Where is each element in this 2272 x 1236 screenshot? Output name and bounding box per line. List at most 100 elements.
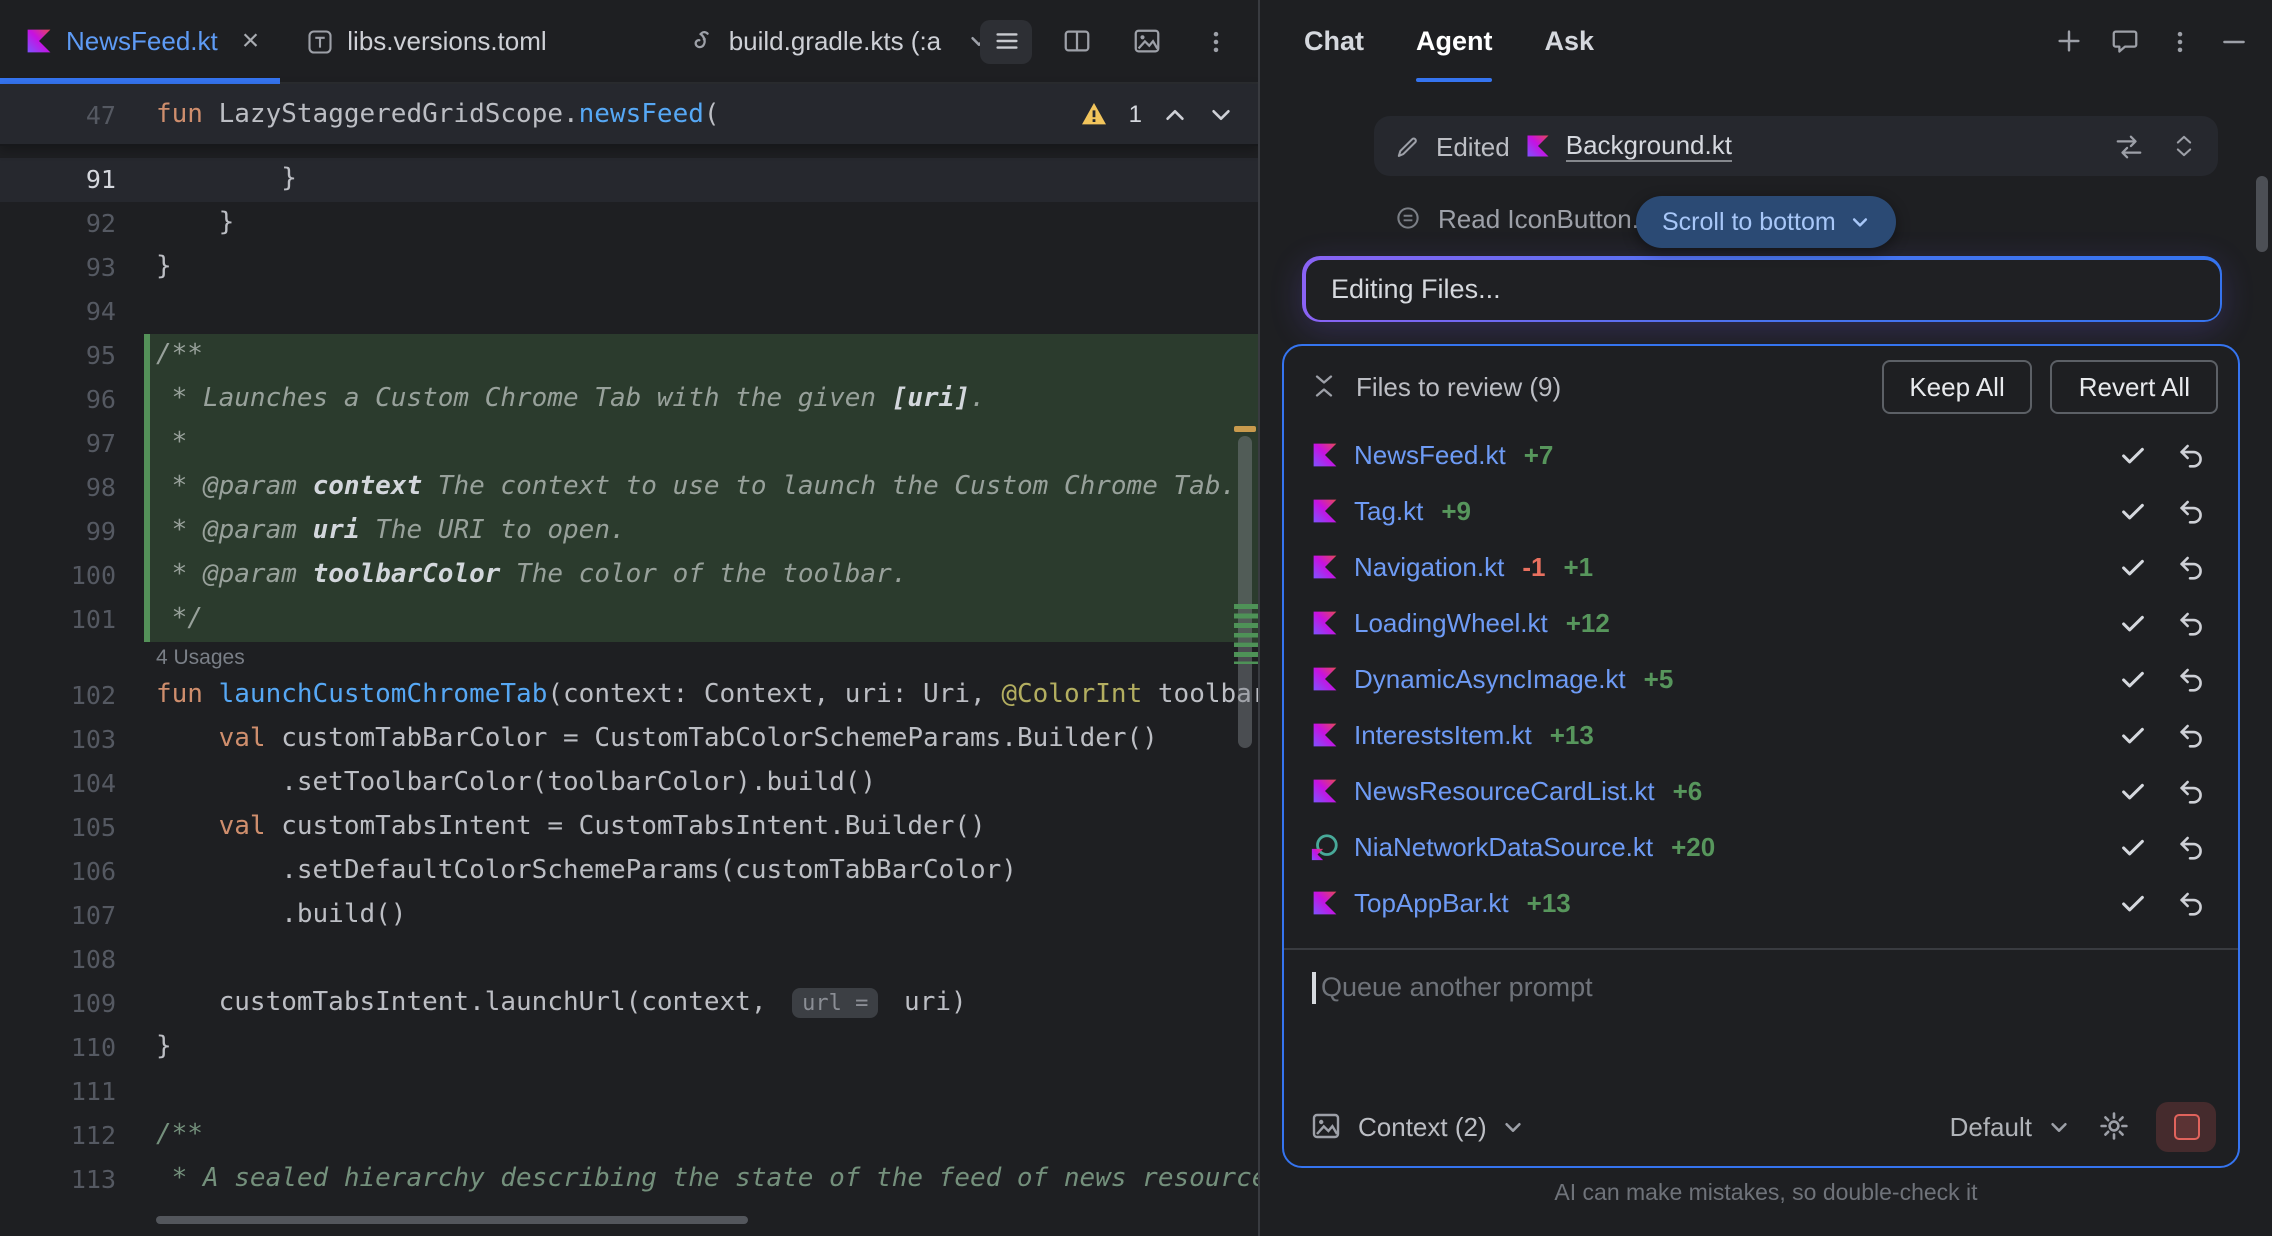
accept-file-icon[interactable]: [2110, 495, 2154, 525]
expand-icon[interactable]: [2170, 132, 2198, 160]
code-line[interactable]: 111: [0, 1070, 1258, 1114]
code-line[interactable]: 102fun launchCustomChromeTab(context: Co…: [0, 674, 1258, 718]
file-link[interactable]: LoadingWheel.kt: [1354, 607, 1548, 637]
diff-icon[interactable]: [2114, 131, 2144, 161]
collapse-icon[interactable]: [1310, 372, 1338, 400]
code-line[interactable]: 96 * Launches a Custom Chrome Tab with t…: [0, 378, 1258, 422]
line-number: 104: [0, 762, 144, 806]
new-chat-icon[interactable]: [2054, 26, 2084, 56]
code-line[interactable]: 94: [0, 290, 1258, 334]
code-line[interactable]: 105 val customTabsIntent = CustomTabsInt…: [0, 806, 1258, 850]
tab-build-gradle[interactable]: build.gradle.kts (:a: [659, 0, 1009, 82]
next-problem-icon[interactable]: [1208, 101, 1234, 127]
file-link[interactable]: NiaNetworkDataSource.kt: [1354, 831, 1653, 861]
revert-file-icon[interactable]: [2168, 551, 2212, 581]
prev-problem-icon[interactable]: [1162, 101, 1188, 127]
file-row[interactable]: LoadingWheel.kt+12: [1284, 594, 2238, 650]
accept-file-icon[interactable]: [2110, 719, 2154, 749]
code-line[interactable]: 104 .setToolbarColor(toolbarColor).build…: [0, 762, 1258, 806]
file-row[interactable]: Tag.kt+9: [1284, 482, 2238, 538]
model-selector[interactable]: Default: [1950, 1111, 2032, 1141]
conversations-icon[interactable]: [2110, 26, 2140, 56]
accept-file-icon[interactable]: [2110, 551, 2154, 581]
file-link[interactable]: TopAppBar.kt: [1354, 887, 1509, 917]
revert-file-icon[interactable]: [2168, 775, 2212, 805]
file-link[interactable]: Navigation.kt: [1354, 551, 1504, 581]
keep-all-button[interactable]: Keep All: [1881, 359, 2032, 413]
accept-file-icon[interactable]: [2110, 887, 2154, 917]
file-link[interactable]: NewsResourceCardList.kt: [1354, 775, 1655, 805]
accept-file-icon[interactable]: [2110, 775, 2154, 805]
revert-file-icon[interactable]: [2168, 663, 2212, 693]
code-line[interactable]: 107 .build(): [0, 894, 1258, 938]
file-row[interactable]: Navigation.kt-1+1: [1284, 538, 2238, 594]
tab-libs-versions[interactable]: libs.versions.toml: [279, 0, 566, 82]
file-row[interactable]: NewsFeed.kt+7: [1284, 426, 2238, 482]
code-lines[interactable]: 91 }92 }93}9495/**96 * Launches a Custom…: [0, 146, 1258, 1202]
code-line[interactable]: 98 * @param context The context to use t…: [0, 466, 1258, 510]
code-line[interactable]: 100 * @param toolbarColor The color of t…: [0, 554, 1258, 598]
split-editor-icon[interactable]: [1050, 19, 1102, 63]
code-line[interactable]: 108: [0, 938, 1258, 982]
chevron-down-icon[interactable]: [1503, 1115, 1525, 1137]
code-line[interactable]: 106 .setDefaultColorSchemeParams(customT…: [0, 850, 1258, 894]
more-options-icon[interactable]: [2166, 27, 2194, 55]
context-button[interactable]: Context (2): [1358, 1111, 1487, 1141]
code-line[interactable]: 110}: [0, 1026, 1258, 1070]
code-line[interactable]: 92 }: [0, 202, 1258, 246]
file-link[interactable]: NewsFeed.kt: [1354, 439, 1506, 469]
code-line[interactable]: 97 *: [0, 422, 1258, 466]
file-link[interactable]: DynamicAsyncImage.kt: [1354, 663, 1626, 693]
chat-scrollbar[interactable]: [2256, 176, 2268, 252]
accept-file-icon[interactable]: [2110, 831, 2154, 861]
more-options-icon[interactable]: [1190, 19, 1242, 63]
accept-file-icon[interactable]: [2110, 439, 2154, 469]
file-row[interactable]: NiaNetworkDataSource.kt+20: [1284, 818, 2238, 874]
revert-file-icon[interactable]: [2168, 887, 2212, 917]
code-line[interactable]: 95/**: [0, 334, 1258, 378]
code-line[interactable]: 101 */: [0, 598, 1258, 642]
tab-newsfeed[interactable]: NewsFeed.kt ×: [0, 0, 279, 82]
file-row[interactable]: NewsResourceCardList.kt+6: [1284, 762, 2238, 818]
tab-ask[interactable]: Ask: [1545, 0, 1595, 82]
code-line[interactable]: 113 * A sealed hierarchy describing the …: [0, 1158, 1258, 1202]
prompt-input[interactable]: Queue another prompt: [1284, 950, 2238, 1086]
file-row[interactable]: InterestsItem.kt+13: [1284, 706, 2238, 762]
code-line[interactable]: 99 * @param uri The URI to open.: [0, 510, 1258, 554]
file-row[interactable]: TopAppBar.kt+13: [1284, 874, 2238, 930]
editor-vertical-scrollbar[interactable]: [1238, 436, 1252, 748]
revert-all-button[interactable]: Revert All: [2051, 359, 2218, 413]
tab-chat[interactable]: Chat: [1304, 0, 1364, 82]
file-row[interactable]: DynamicAsyncImage.kt+5: [1284, 650, 2238, 706]
stop-button[interactable]: [2156, 1101, 2216, 1151]
accept-file-icon[interactable]: [2110, 607, 2154, 637]
close-tab-icon[interactable]: ×: [242, 26, 260, 56]
usages-hint[interactable]: 4 Usages: [0, 642, 1258, 674]
revert-file-icon[interactable]: [2168, 607, 2212, 637]
attach-image-icon[interactable]: [1310, 1110, 1342, 1142]
code-line[interactable]: 109 customTabsIntent.launchUrl(context, …: [0, 982, 1258, 1026]
chevron-down-icon[interactable]: [2048, 1115, 2070, 1137]
revert-file-icon[interactable]: [2168, 495, 2212, 525]
accept-file-icon[interactable]: [2110, 663, 2154, 693]
code-line[interactable]: 103 val customTabBarColor = CustomTabCol…: [0, 718, 1258, 762]
file-link[interactable]: Tag.kt: [1354, 495, 1423, 525]
scroll-to-bottom-button[interactable]: Scroll to bottom: [1636, 196, 1896, 248]
edited-file-link[interactable]: Background.kt: [1566, 130, 1732, 162]
code-line[interactable]: 112/**: [0, 1114, 1258, 1158]
read-file-row[interactable]: Read IconButton.: [1394, 194, 1639, 242]
tab-agent[interactable]: Agent: [1416, 0, 1493, 82]
hide-panel-icon[interactable]: [2220, 27, 2248, 55]
editor-horizontal-scrollbar[interactable]: [156, 1216, 748, 1224]
view-list-icon[interactable]: [980, 19, 1032, 63]
file-link[interactable]: InterestsItem.kt: [1354, 719, 1532, 749]
revert-file-icon[interactable]: [2168, 831, 2212, 861]
preview-image-icon[interactable]: [1120, 19, 1172, 63]
revert-file-icon[interactable]: [2168, 439, 2212, 469]
edited-file-row[interactable]: Edited Background.kt: [1374, 116, 2218, 176]
revert-file-icon[interactable]: [2168, 719, 2212, 749]
gear-icon[interactable]: [2098, 1110, 2130, 1142]
sticky-line[interactable]: 47 fun LazyStaggeredGridScope.newsFeed( …: [0, 84, 1258, 146]
code-line[interactable]: 91 }: [0, 158, 1258, 202]
code-line[interactable]: 93}: [0, 246, 1258, 290]
